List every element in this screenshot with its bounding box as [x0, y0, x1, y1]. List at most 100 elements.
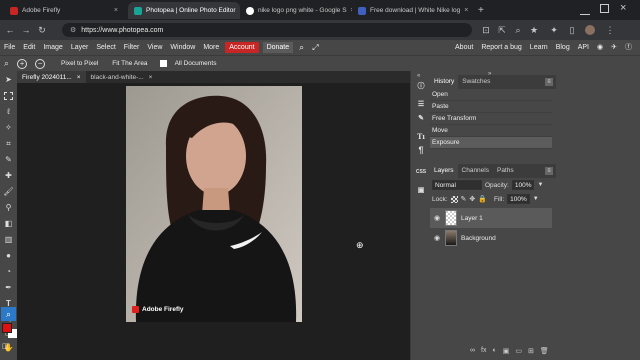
document-canvas-image[interactable]: Adobe Firefly	[126, 86, 302, 322]
quick-mask-icon[interactable]: ◫	[2, 342, 9, 350]
menu-file[interactable]: File	[0, 40, 19, 55]
sidebar-icon[interactable]: ▯	[566, 24, 578, 36]
lock-position-icon[interactable]: ✥	[469, 195, 475, 203]
visibility-eye-icon[interactable]: ◉	[433, 214, 441, 222]
reload-icon[interactable]: ↻	[36, 24, 48, 36]
bookmark-star-icon[interactable]: ★	[528, 24, 540, 36]
tab-layers[interactable]: Layers	[430, 164, 458, 178]
eraser-tool-icon[interactable]: ◧	[1, 217, 16, 230]
lock-pixels-icon[interactable]: ✎	[461, 195, 467, 203]
opacity-input[interactable]: 100%	[511, 180, 535, 190]
lock-all-icon[interactable]: 🔒	[478, 195, 487, 203]
menu-window[interactable]: Window	[166, 40, 199, 55]
document-tab-black-and-white[interactable]: black-and-white-... ×	[86, 71, 158, 83]
link-api[interactable]: API	[574, 40, 593, 55]
brush-settings-icon[interactable]: ✎	[414, 111, 428, 125]
info-icon[interactable]: ⓘ	[414, 79, 428, 93]
layer-name[interactable]: Background	[461, 235, 496, 242]
chevron-down-icon[interactable]: ▼	[533, 196, 539, 202]
history-entry[interactable]: Paste	[430, 101, 552, 113]
panel-menu-icon[interactable]: ≡	[545, 167, 553, 175]
menu-select[interactable]: Select	[92, 40, 119, 55]
window-close-icon[interactable]: ×	[620, 2, 626, 14]
chevron-down-icon[interactable]: ▼	[537, 182, 543, 188]
paragraph-icon[interactable]: ¶	[414, 143, 428, 157]
image-icon[interactable]: ▣	[414, 183, 428, 197]
search-icon[interactable]: ⌕	[295, 40, 308, 55]
move-tool-icon[interactable]: ➤	[1, 73, 16, 86]
new-tab-button[interactable]: +	[472, 2, 488, 19]
eyedropper-tool-icon[interactable]: ✎	[1, 153, 16, 166]
reddit-icon[interactable]: ◉	[593, 40, 607, 55]
tab-paths[interactable]: Paths	[493, 164, 518, 178]
maximize-icon[interactable]	[600, 4, 609, 13]
blur-tool-icon[interactable]: ●	[1, 249, 16, 262]
css-icon[interactable]: CSS	[414, 165, 428, 179]
menu-image[interactable]: Image	[39, 40, 66, 55]
browser-tab-freedownload[interactable]: Free download | White Nike log ×	[352, 2, 470, 19]
menu-layer[interactable]: Layer	[67, 40, 93, 55]
zoom-tool-icon[interactable]: ⌕	[1, 307, 16, 321]
link-blog[interactable]: Blog	[552, 40, 574, 55]
browser-tab-google[interactable]: nike logo png white - Google S ×	[240, 2, 352, 19]
account-button[interactable]: Account	[225, 42, 259, 53]
lasso-tool-icon[interactable]: ℓ	[1, 105, 16, 118]
site-info-icon[interactable]: ⚙	[70, 26, 76, 34]
delete-layer-icon[interactable]: 🗑	[540, 347, 549, 355]
history-entry[interactable]: Move	[430, 125, 552, 137]
pen-tool-icon[interactable]: ✒	[1, 281, 16, 294]
link-report-bug[interactable]: Report a bug	[477, 40, 525, 55]
link-layers-icon[interactable]: ∞	[470, 347, 475, 355]
visibility-eye-icon[interactable]: ◉	[433, 234, 441, 242]
menu-view[interactable]: View	[143, 40, 166, 55]
character-icon[interactable]: Tı	[414, 129, 428, 143]
twitter-icon[interactable]: ✈	[607, 40, 621, 55]
fill-input[interactable]: 100%	[507, 194, 530, 204]
donate-button[interactable]: Donate	[262, 42, 294, 53]
menu-edit[interactable]: Edit	[19, 40, 39, 55]
install-app-icon[interactable]: ⊡	[480, 24, 492, 36]
new-group-icon[interactable]: ▭	[515, 347, 522, 355]
facebook-icon[interactable]: ⓕ	[621, 40, 636, 55]
pixel-to-pixel-button[interactable]: Pixel to Pixel	[61, 60, 98, 67]
link-learn[interactable]: Learn	[526, 40, 552, 55]
all-documents-checkbox[interactable]	[159, 60, 167, 67]
link-about[interactable]: About	[451, 40, 477, 55]
foreground-color-swatch[interactable]	[2, 323, 12, 333]
layer-row[interactable]: ◉ Layer 1	[430, 208, 552, 228]
url-field[interactable]: ⚙ https://www.photopea.com	[62, 23, 472, 37]
fit-area-button[interactable]: Fit The Area	[112, 60, 147, 67]
fullscreen-icon[interactable]: ⤢	[308, 40, 322, 55]
tab-history[interactable]: History	[430, 75, 459, 89]
lock-transparency-icon[interactable]	[450, 195, 458, 203]
document-tab-firefly[interactable]: Firefly 2024011... ×	[17, 71, 86, 83]
extensions-icon[interactable]: ✦	[548, 24, 560, 36]
layer-mask-icon[interactable]: ▣	[503, 347, 510, 355]
crop-tool-icon[interactable]: ⌗	[1, 137, 16, 150]
layer-row[interactable]: ◉ Background	[430, 228, 552, 248]
zoom-out-icon[interactable]: −	[35, 58, 46, 69]
panel-menu-icon[interactable]: ≡	[545, 78, 553, 86]
browser-tab-firefly[interactable]: Adobe Firefly ×	[4, 2, 124, 19]
cast-icon[interactable]: ⇱	[496, 24, 508, 36]
new-layer-icon[interactable]: ⊞	[528, 347, 534, 355]
layer-effects-icon[interactable]: fx	[481, 347, 486, 355]
brush-tool-icon[interactable]: 🖌	[1, 185, 16, 198]
history-entry-selected[interactable]: Exposure	[430, 137, 552, 149]
gradient-tool-icon[interactable]: ▥	[1, 233, 16, 246]
tab-channels[interactable]: Channels	[458, 164, 493, 178]
properties-icon[interactable]: ☰	[414, 97, 428, 111]
profile-avatar[interactable]	[584, 24, 596, 36]
close-icon[interactable]: ×	[149, 74, 153, 81]
history-entry[interactable]: Free Transform	[430, 113, 552, 125]
magic-wand-tool-icon[interactable]: ✧	[1, 121, 16, 134]
close-icon[interactable]: ×	[77, 74, 81, 81]
browser-menu-icon[interactable]: ⋮	[604, 24, 616, 36]
back-icon[interactable]: ←	[4, 24, 16, 36]
close-icon[interactable]: ×	[114, 7, 118, 14]
browser-tab-photopea[interactable]: Photopea | Online Photo Editor ×	[128, 2, 240, 19]
minimize-icon[interactable]	[580, 5, 590, 15]
menu-filter[interactable]: Filter	[120, 40, 144, 55]
forward-icon[interactable]: →	[20, 24, 32, 36]
adjustment-layer-icon[interactable]: ◐	[492, 347, 496, 355]
